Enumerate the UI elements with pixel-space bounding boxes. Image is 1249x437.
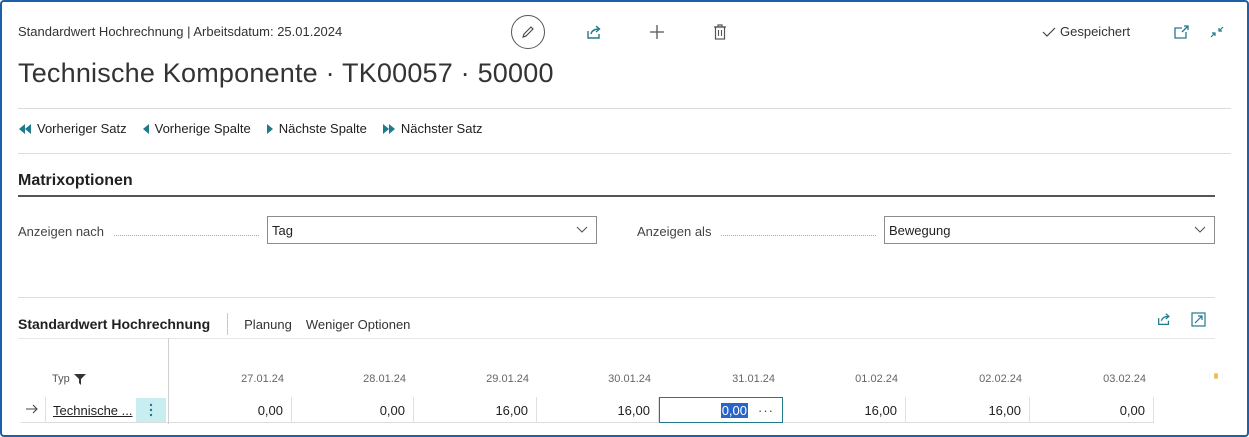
cell-lookup-ellipsis-button[interactable]: ··· <box>758 403 774 418</box>
next-column-button[interactable]: Nächste Spalte <box>266 121 367 136</box>
nav-divider <box>18 153 1231 154</box>
page-title: Technische Komponente · TK00057 · 50000 <box>18 58 554 88</box>
left-arrow-icon <box>142 123 149 134</box>
matrix-options-title: Matrixoptionen <box>18 172 133 189</box>
date-column-header[interactable]: 28.01.24 <box>296 373 406 385</box>
record-navigation-bar: Vorheriger Satz Vorherige Spalte Nächste… <box>18 121 498 136</box>
share-icon <box>1158 313 1170 325</box>
vertical-ellipsis-icon <box>149 403 153 417</box>
date-column-header[interactable]: 03.02.24 <box>1036 373 1146 385</box>
fewer-options-action[interactable]: Weniger Optionen <box>306 317 411 332</box>
subpage-title[interactable]: Standardwert Hochrechnung <box>18 316 210 332</box>
show-as-label: Anzeigen als <box>637 224 712 239</box>
value-cell[interactable]: 16,00 <box>783 397 906 423</box>
value-cell[interactable]: 16,00 <box>537 397 659 423</box>
show-as-field-label: Anzeigen als <box>637 224 887 239</box>
date-column-header[interactable]: 01.02.24 <box>788 373 898 385</box>
collapse-icon <box>1210 26 1224 38</box>
collapse-button[interactable] <box>1208 24 1226 40</box>
value-cell[interactable]: 0,00 <box>169 397 292 423</box>
row-marker-divider <box>45 397 46 423</box>
value-cell[interactable]: 0,00 <box>292 397 414 423</box>
open-new-window-button[interactable] <box>1172 24 1190 40</box>
selected-value-text: 0,00 <box>720 403 748 418</box>
share-icon <box>587 25 601 39</box>
double-left-arrow-icon <box>19 123 31 134</box>
previous-record-label: Vorheriger Satz <box>37 121 127 136</box>
row-actions-button[interactable] <box>136 398 166 422</box>
show-as-select[interactable]: Bewegung <box>884 216 1215 244</box>
show-as-value: Bewegung <box>889 222 951 238</box>
next-record-label: Nächster Satz <box>400 121 483 136</box>
scroll-indicator <box>1214 373 1218 379</box>
edit-button[interactable] <box>511 15 545 49</box>
previous-record-button[interactable]: Vorheriger Satz <box>18 121 127 136</box>
date-column-header[interactable]: 29.01.24 <box>419 373 529 385</box>
right-arrow-icon <box>266 123 273 134</box>
value-cell[interactable]: 16,00 <box>906 397 1030 423</box>
new-button[interactable] <box>647 22 667 42</box>
next-column-label: Nächste Spalte <box>278 121 367 136</box>
page-caption: Standardwert Hochrechnung | Arbeitsdatum… <box>18 24 343 39</box>
grid-top-divider <box>18 338 1215 339</box>
show-by-label: Anzeigen nach <box>18 224 105 239</box>
chevron-down-icon <box>576 226 588 233</box>
previous-column-button[interactable]: Vorherige Spalte <box>142 121 251 136</box>
show-by-field-label: Anzeigen nach <box>18 224 268 239</box>
double-right-arrow-icon <box>382 123 395 134</box>
matrix-options-underline <box>18 195 1215 197</box>
subpage-header: Standardwert Hochrechnung Planung Wenige… <box>18 313 424 335</box>
open-in-new-window-icon <box>1173 25 1189 39</box>
header-divider <box>18 108 1231 109</box>
label-leader-dots <box>721 234 877 236</box>
planning-action[interactable]: Planung <box>244 317 292 332</box>
date-column-header[interactable]: 31.01.24 <box>665 373 775 385</box>
checkmark-icon <box>1042 27 1056 37</box>
pencil-icon <box>522 26 534 38</box>
previous-column-label: Vorherige Spalte <box>154 121 251 136</box>
header-separator <box>227 313 229 335</box>
row-pointer-arrow-icon <box>26 404 38 414</box>
expand-button[interactable] <box>1189 310 1207 328</box>
delete-button[interactable] <box>710 22 730 42</box>
chevron-down-icon <box>1194 226 1206 233</box>
plus-icon <box>650 25 664 39</box>
type-column-header[interactable]: Typ <box>52 373 86 385</box>
value-cell[interactable]: 0,00 <box>1030 397 1154 423</box>
expand-icon <box>1190 311 1206 327</box>
save-status: Gespeichert <box>1042 24 1130 39</box>
share-button[interactable] <box>584 22 604 42</box>
value-cell[interactable]: 16,00 <box>414 397 537 423</box>
show-by-value: Tag <box>272 222 293 238</box>
date-column-header[interactable]: 27.01.24 <box>174 373 284 385</box>
filter-icon <box>73 373 86 385</box>
next-record-button[interactable]: Nächster Satz <box>382 121 483 136</box>
trash-icon <box>714 24 726 40</box>
row-type-link[interactable]: Technische ... <box>53 403 133 418</box>
date-column-header[interactable]: 30.01.24 <box>541 373 651 385</box>
show-by-select[interactable]: Tag <box>267 216 597 244</box>
label-leader-dots <box>114 234 260 236</box>
save-status-label: Gespeichert <box>1060 24 1131 39</box>
type-header-label: Typ <box>52 373 70 385</box>
value-cell-selected[interactable]: 0,00 ··· <box>659 397 783 423</box>
subpage-share-button[interactable] <box>1155 310 1173 328</box>
date-column-header[interactable]: 02.02.24 <box>912 373 1022 385</box>
matrix-divider <box>18 297 1215 298</box>
